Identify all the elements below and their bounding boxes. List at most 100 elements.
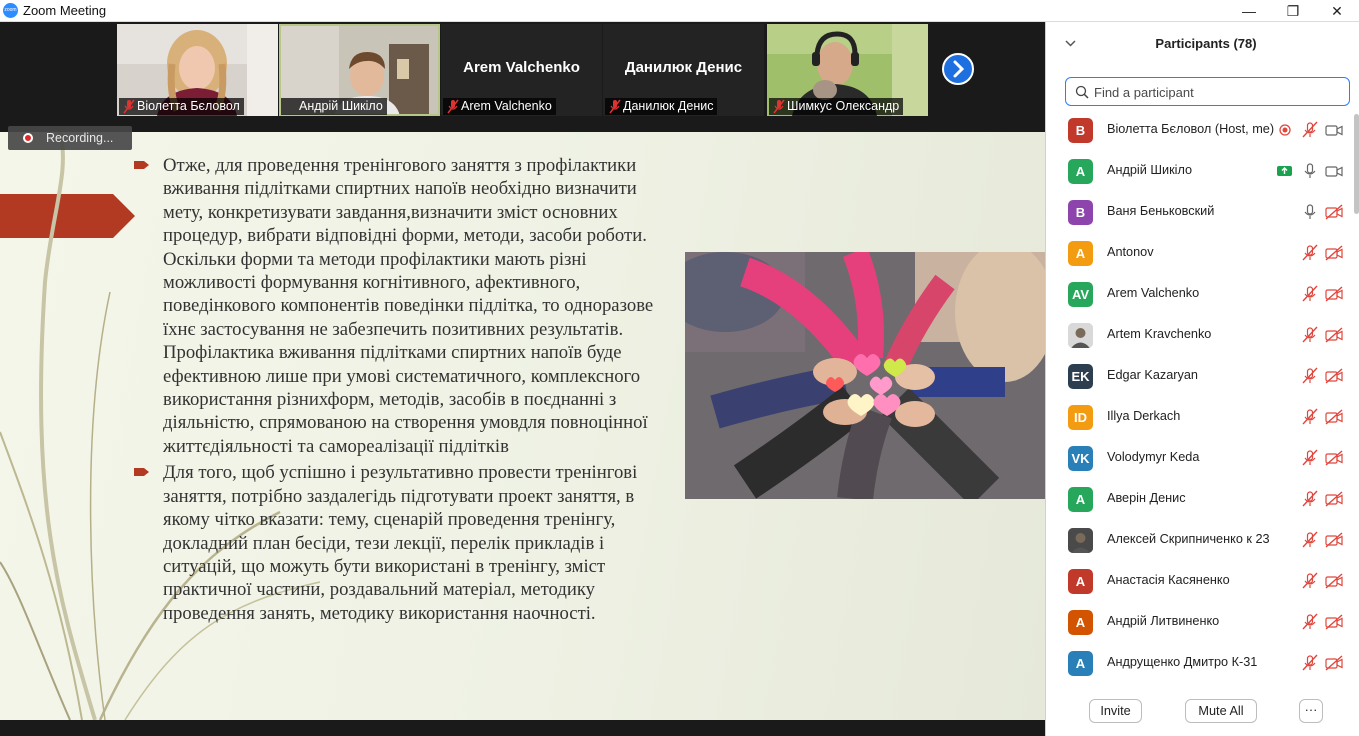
participants-footer: Invite Mute All ··· [1046, 694, 1359, 736]
participant-row[interactable]: A Antonov [1046, 233, 1351, 274]
slide-text: Отже, для проведення тренінгового занятт… [134, 154, 679, 628]
video-off-icon[interactable] [1324, 654, 1344, 672]
participants-title: Participants (78) [1155, 36, 1257, 51]
mic-muted-icon[interactable] [1300, 244, 1320, 262]
tile-name-label: Данилюк Денис [605, 98, 718, 115]
video-off-icon[interactable] [1324, 572, 1344, 590]
video-off-icon[interactable] [1324, 408, 1344, 426]
video-off-icon[interactable] [1324, 449, 1344, 467]
photo-hands-with-paper-hearts [685, 252, 1045, 499]
mic-muted-icon[interactable] [1300, 121, 1320, 139]
video-tile-active-speaker[interactable]: Андрій Шикіло [279, 24, 440, 116]
video-off-icon[interactable] [1324, 490, 1344, 508]
slide-bullet: Отже, для проведення тренінгового занятт… [134, 154, 679, 458]
avatar: EK [1068, 364, 1093, 389]
participant-row[interactable]: А Андрущенко Дмитро К-31 [1046, 643, 1351, 684]
participant-name: Ваня Беньковский [1107, 204, 1215, 218]
tile-display-name: Arem Valchenko [463, 59, 580, 76]
tile-name-label: Андрій Шикіло [281, 98, 387, 115]
participant-row[interactable]: ID Illya Derkach [1046, 397, 1351, 438]
tile-name-label: Arem Valchenko [443, 98, 556, 115]
mute-all-button[interactable]: Mute All [1185, 699, 1257, 723]
mic-muted-icon[interactable] [1300, 572, 1320, 590]
mic-muted-icon[interactable] [1300, 654, 1320, 672]
video-tile[interactable]: Віолетта Бєловол [117, 24, 278, 116]
screen-share-icon[interactable] [1275, 162, 1295, 180]
video-tile[interactable]: Шимкус Олександр [767, 24, 928, 116]
window-title: Zoom Meeting [23, 3, 107, 18]
participants-scrollbar[interactable] [1354, 114, 1359, 214]
mic-muted-icon[interactable] [1300, 285, 1320, 303]
participants-list: В Віолетта Бєловол (Host, me) А Андрій Шикі… [1046, 110, 1359, 688]
video-tile[interactable]: Arem Valchenko Arem Valchenko [441, 24, 602, 116]
tile-display-name: Данилюк Денис [624, 59, 743, 76]
participant-row[interactable]: А Андрій Шикіло [1046, 151, 1351, 192]
mic-icon[interactable] [1300, 203, 1320, 221]
mic-muted-icon [123, 99, 135, 114]
recording-dot-icon [23, 133, 33, 143]
arrow-bullet-icon [134, 161, 149, 169]
restore-button[interactable]: ❐ [1271, 0, 1315, 22]
video-camera-icon[interactable] [1324, 162, 1344, 180]
participant-name: Анастасія Касяненко [1107, 573, 1230, 587]
avatar: А [1068, 487, 1093, 512]
mic-icon[interactable] [1300, 162, 1320, 180]
next-page-button[interactable] [942, 53, 974, 85]
participant-row[interactable]: А Аверін Денис [1046, 479, 1351, 520]
participant-name: Алексей Скрипниченко к 23 [1107, 532, 1270, 546]
minimize-button[interactable]: — [1227, 0, 1271, 22]
search-input[interactable] [1094, 83, 1344, 101]
video-camera-icon[interactable] [1324, 121, 1344, 139]
participant-name: Antonov [1107, 245, 1154, 259]
participant-row[interactable]: VK Volodymyr Keda [1046, 438, 1351, 479]
mic-muted-icon[interactable] [1300, 326, 1320, 344]
invite-button[interactable]: Invite [1089, 699, 1142, 723]
participant-row[interactable]: А Андрій Литвиненко [1046, 602, 1351, 643]
participants-panel: Participants (78) В Віолетта Бєловол (Hos… [1045, 22, 1359, 736]
meeting-area: Віолетта Бєловол Андрій Шикіло Arem Valc… [0, 22, 1045, 736]
mic-muted-icon[interactable] [1300, 449, 1320, 467]
participant-row[interactable]: Artem Kravchenko [1046, 315, 1351, 356]
tile-name-label: Шимкус Олександр [769, 98, 904, 115]
video-off-icon[interactable] [1324, 326, 1344, 344]
video-off-icon[interactable] [1324, 367, 1344, 385]
search-icon [1075, 85, 1089, 99]
participant-row[interactable]: AV Arem Valchenko [1046, 274, 1351, 315]
mic-muted-icon[interactable] [1300, 490, 1320, 508]
participant-name: Arem Valchenko [1107, 286, 1200, 300]
video-off-icon[interactable] [1324, 203, 1344, 221]
mic-muted-icon [773, 99, 785, 114]
recording-indicator[interactable]: Recording... [8, 126, 132, 150]
video-off-icon[interactable] [1324, 285, 1344, 303]
close-window-button[interactable]: ✕ [1315, 0, 1359, 22]
participant-row[interactable]: В Ваня Беньковский [1046, 192, 1351, 233]
video-off-icon[interactable] [1324, 613, 1344, 631]
participant-name: Андрій Литвиненко [1107, 614, 1220, 628]
avatar: А [1068, 159, 1093, 184]
avatar: А [1068, 651, 1093, 676]
participant-name: Illya Derkach [1107, 409, 1181, 423]
participant-row[interactable]: EK Edgar Kazaryan [1046, 356, 1351, 397]
video-strip: Віолетта Бєловол Андрій Шикіло Arem Valc… [0, 22, 1045, 130]
participant-name: Artem Kravchenko [1107, 327, 1212, 341]
avatar [1068, 528, 1093, 553]
avatar: В [1068, 200, 1093, 225]
mic-muted-icon[interactable] [1300, 367, 1320, 385]
video-off-icon[interactable] [1324, 244, 1344, 262]
participant-row[interactable]: В Віолетта Бєловол (Host, me) [1046, 110, 1351, 151]
video-off-icon[interactable] [1324, 531, 1344, 549]
mic-muted-icon[interactable] [1300, 531, 1320, 549]
participant-name: Аверін Денис [1107, 491, 1186, 505]
participant-row[interactable]: Алексей Скрипниченко к 23 [1046, 520, 1351, 561]
mic-muted-icon [447, 99, 459, 114]
participant-name: Віолетта Бєловол (Host, me) [1107, 122, 1275, 136]
mic-muted-icon[interactable] [1300, 408, 1320, 426]
participant-name: Андрущенко Дмитро К-31 [1107, 655, 1258, 669]
video-tile[interactable]: Данилюк Денис Данилюк Денис [603, 24, 764, 116]
participant-row[interactable]: А Анастасія Касяненко [1046, 561, 1351, 602]
chevron-right-icon [953, 60, 965, 78]
recording-status-icon[interactable] [1275, 121, 1295, 139]
mic-muted-icon[interactable] [1300, 613, 1320, 631]
more-options-button[interactable]: ··· [1299, 699, 1323, 723]
participant-search-box[interactable] [1065, 77, 1350, 106]
